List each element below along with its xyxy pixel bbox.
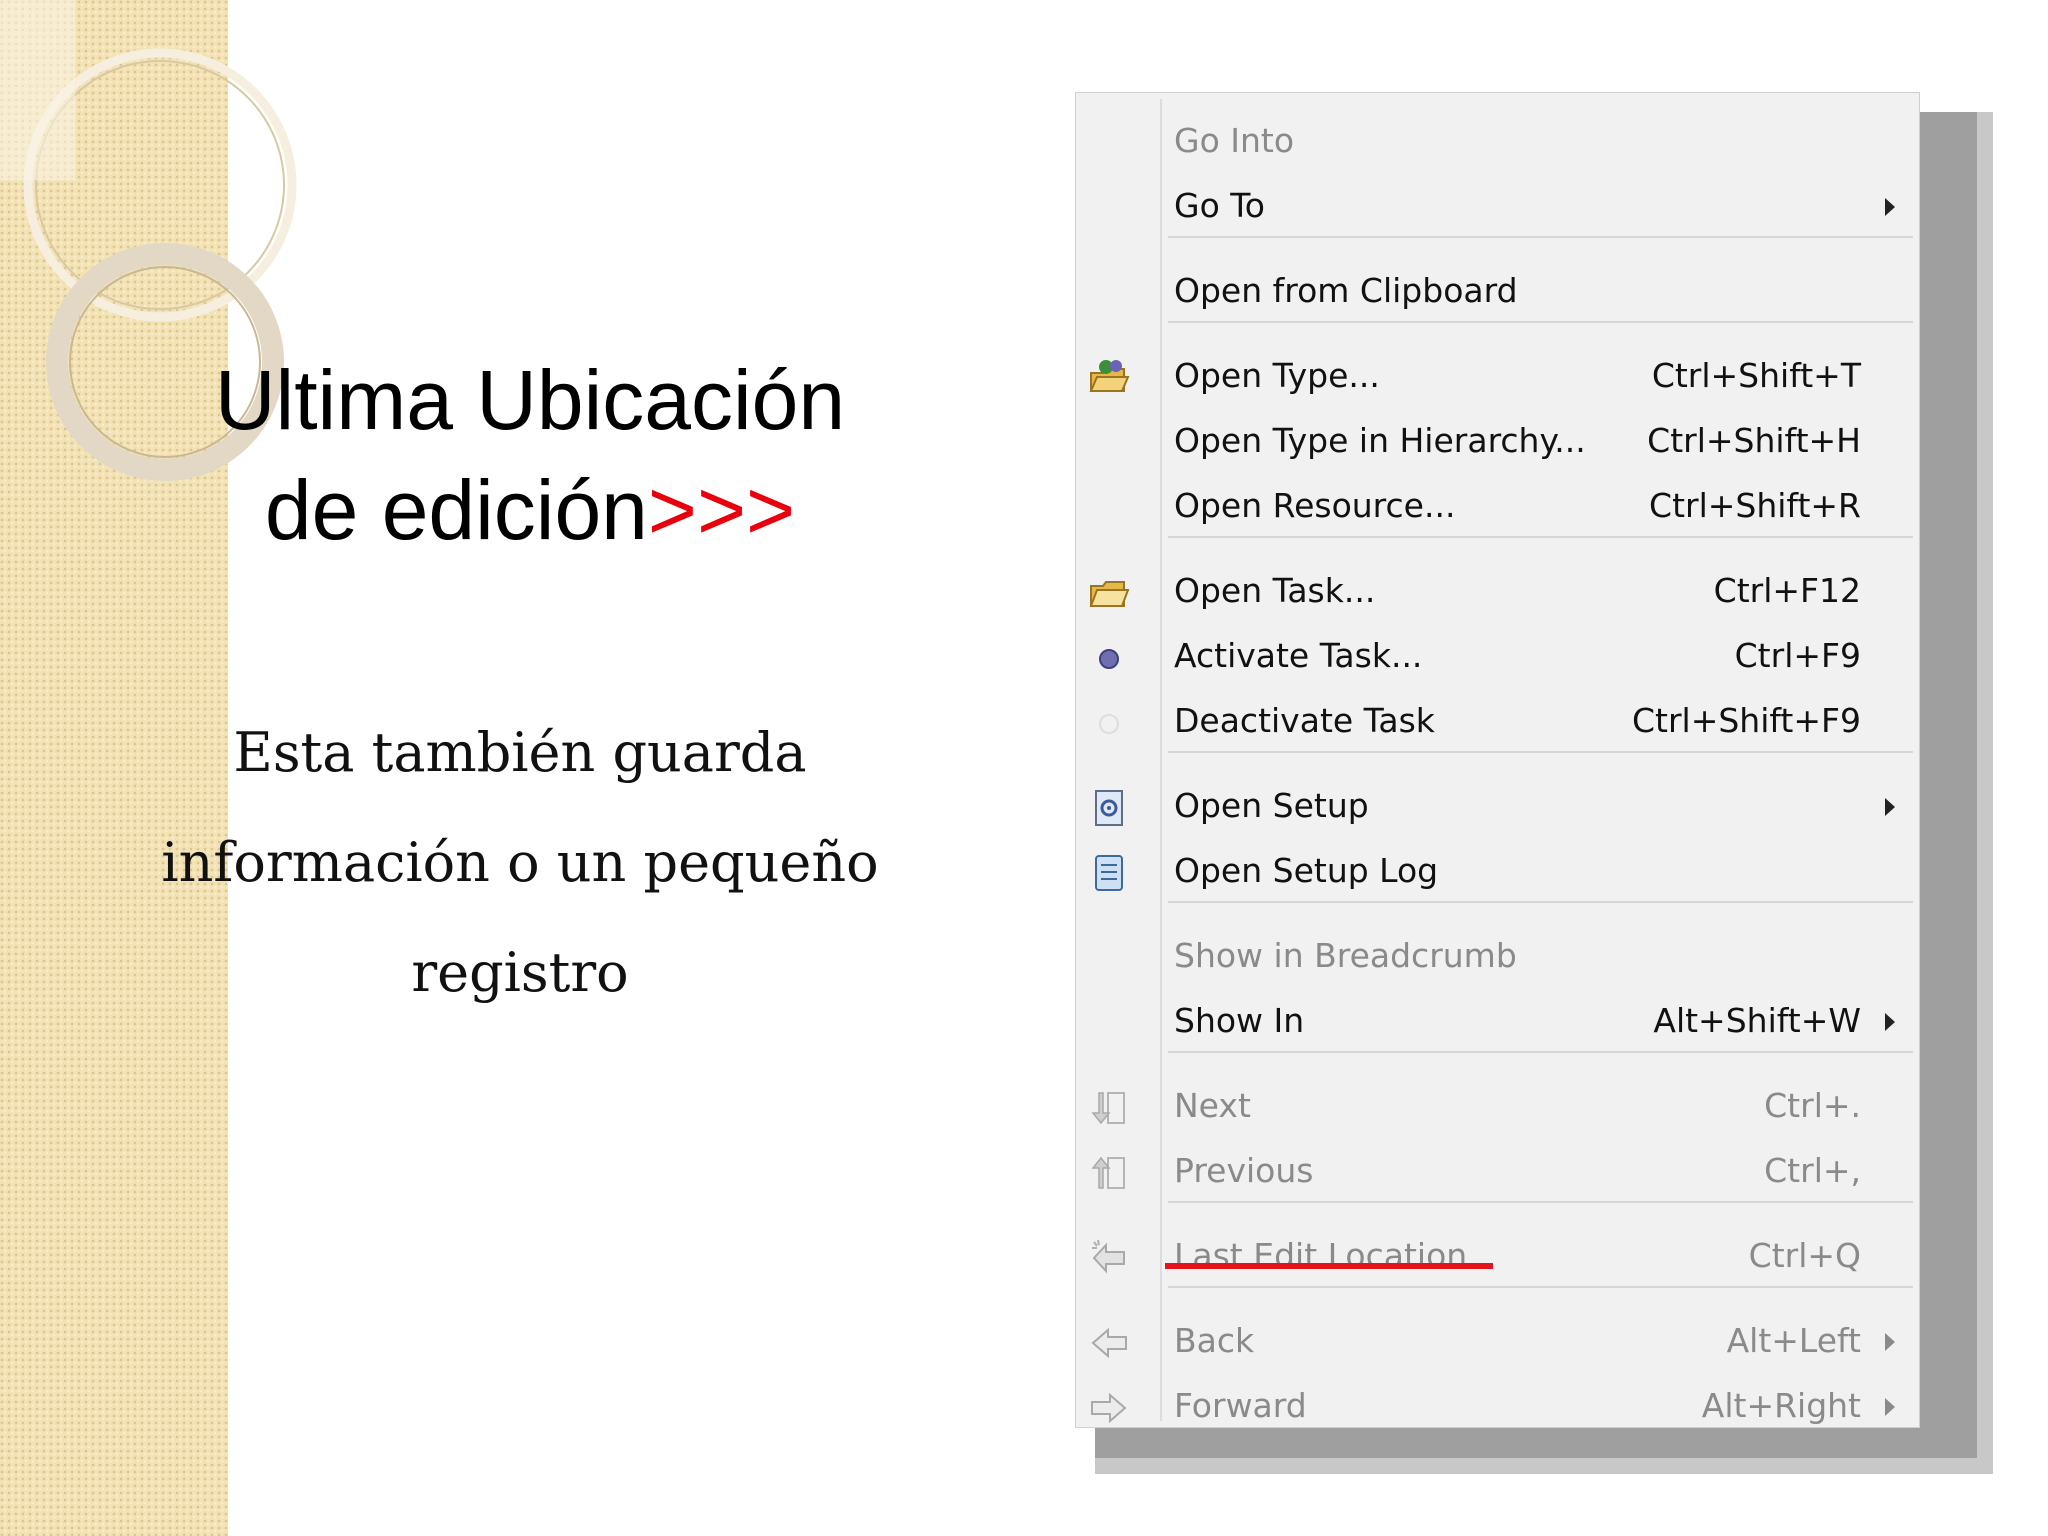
menu-item-label: Open Type... [1174, 356, 1380, 395]
menu-item-open-type[interactable]: Open Type... Ctrl+Shift+T [1076, 346, 1921, 406]
menu-item-forward[interactable]: Forward Alt+Right [1076, 1376, 1921, 1436]
menu-item-shortcut: Alt+Right [1701, 1386, 1861, 1425]
menu-item-shortcut: Ctrl+Q [1748, 1236, 1861, 1275]
menu-item-go-into[interactable]: Go Into [1076, 111, 1921, 171]
submenu-arrow-icon [1885, 1333, 1895, 1351]
menu-item-label: Activate Task... [1174, 636, 1423, 675]
menu-item-label: Forward [1174, 1386, 1307, 1425]
setup-log-icon [1088, 852, 1130, 894]
open-task-icon [1088, 572, 1130, 614]
menu-item-next[interactable]: Next Ctrl+. [1076, 1076, 1921, 1136]
menu-item-open-type-in-hierarchy[interactable]: Open Type in Hierarchy... Ctrl+Shift+H [1076, 411, 1921, 471]
menu-item-label: Open Resource... [1174, 486, 1456, 525]
submenu-arrow-icon [1885, 198, 1895, 216]
title-line-1: Ultima Ubicación [214, 353, 846, 447]
menu-item-go-to[interactable]: Go To [1076, 176, 1921, 236]
submenu-arrow-icon [1885, 798, 1895, 816]
slide-title: Ultima Ubicación de edición>>> [150, 345, 910, 565]
menu-item-activate-task[interactable]: Activate Task... Ctrl+F9 [1076, 626, 1921, 686]
body-line-2: información o un pequeño [161, 831, 879, 894]
menu-separator [1168, 1201, 1913, 1203]
open-setup-icon [1088, 787, 1130, 829]
menu-item-label: Go To [1174, 186, 1265, 225]
menu-item-label: Open Type in Hierarchy... [1174, 421, 1586, 460]
menu-item-open-task[interactable]: Open Task... Ctrl+F12 [1076, 561, 1921, 621]
last-edit-location-icon [1088, 1237, 1130, 1279]
menu-item-label: Go Into [1174, 121, 1295, 160]
menu-item-label: Previous [1174, 1151, 1314, 1190]
menu-item-label: Back [1174, 1321, 1255, 1360]
title-accent-arrows: >>> [647, 463, 796, 557]
last-edit-location-highlight-underline [1165, 1263, 1493, 1269]
slide-body: Esta también guarda información o un peq… [150, 698, 890, 1028]
menu-item-shortcut: Ctrl+Shift+T [1651, 356, 1861, 395]
body-line-3: registro [411, 941, 629, 1004]
menu-item-label: Show in Breadcrumb [1174, 936, 1517, 975]
title-line-2-text: de edición [264, 463, 648, 557]
menu-item-label: Last Edit Location [1174, 1236, 1468, 1275]
menu-item-deactivate-task[interactable]: Deactivate Task Ctrl+Shift+F9 [1076, 691, 1921, 751]
next-annotation-icon [1088, 1087, 1130, 1129]
menu-item-shortcut: Ctrl+Shift+R [1649, 486, 1861, 525]
menu-separator [1168, 751, 1913, 753]
menu-item-show-in-breadcrumb[interactable]: Show in Breadcrumb [1076, 926, 1921, 986]
menu-item-open-setup[interactable]: Open Setup [1076, 776, 1921, 836]
open-type-icon [1088, 357, 1130, 399]
forward-arrow-icon [1088, 1387, 1130, 1429]
menu-item-label: Open Setup Log [1174, 851, 1439, 890]
menu-separator [1168, 1051, 1913, 1053]
menu-item-label: Show In [1174, 1001, 1305, 1040]
back-arrow-icon [1088, 1322, 1130, 1364]
menu-item-open-from-clipboard[interactable]: Open from Clipboard [1076, 261, 1921, 321]
title-line-2: de edición>>> [150, 455, 910, 565]
menu-separator [1168, 536, 1913, 538]
menu-item-label: Deactivate Task [1174, 701, 1435, 740]
submenu-arrow-icon [1885, 1398, 1895, 1416]
menu-separator [1168, 1286, 1913, 1288]
menu-item-shortcut: Ctrl+Shift+F9 [1631, 701, 1861, 740]
menu-item-shortcut: Ctrl+, [1764, 1151, 1861, 1190]
menu-separator [1168, 321, 1913, 323]
menu-item-show-in[interactable]: Show In Alt+Shift+W [1076, 991, 1921, 1051]
submenu-arrow-icon [1885, 1013, 1895, 1031]
menu-item-label: Open Task... [1174, 571, 1376, 610]
menu-item-open-resource[interactable]: Open Resource... Ctrl+Shift+R [1076, 476, 1921, 536]
previous-annotation-icon [1088, 1152, 1130, 1194]
menu-item-previous[interactable]: Previous Ctrl+, [1076, 1141, 1921, 1201]
menu-item-open-setup-log[interactable]: Open Setup Log [1076, 841, 1921, 901]
navigate-context-menu: Go Into Go To Open from Clipboard Open Type… [1075, 92, 1920, 1428]
menu-item-shortcut: Alt+Left [1726, 1321, 1861, 1360]
activate-task-icon [1088, 637, 1130, 679]
menu-item-shortcut: Ctrl+. [1764, 1086, 1861, 1125]
deactivate-task-icon [1088, 702, 1130, 744]
menu-item-last-edit-location[interactable]: Last Edit Location Ctrl+Q [1076, 1226, 1921, 1286]
menu-separator [1168, 901, 1913, 903]
menu-separator [1168, 236, 1913, 238]
menu-item-label: Open Setup [1174, 786, 1369, 825]
menu-item-back[interactable]: Back Alt+Left [1076, 1311, 1921, 1371]
menu-item-shortcut: Alt+Shift+W [1653, 1001, 1861, 1040]
menu-item-shortcut: Ctrl+F12 [1713, 571, 1861, 610]
menu-item-shortcut: Ctrl+Shift+H [1647, 421, 1861, 460]
body-line-1: Esta también guarda [233, 721, 807, 784]
menu-item-label: Open from Clipboard [1174, 271, 1518, 310]
menu-item-shortcut: Ctrl+F9 [1734, 636, 1861, 675]
menu-item-label: Next [1174, 1086, 1251, 1125]
